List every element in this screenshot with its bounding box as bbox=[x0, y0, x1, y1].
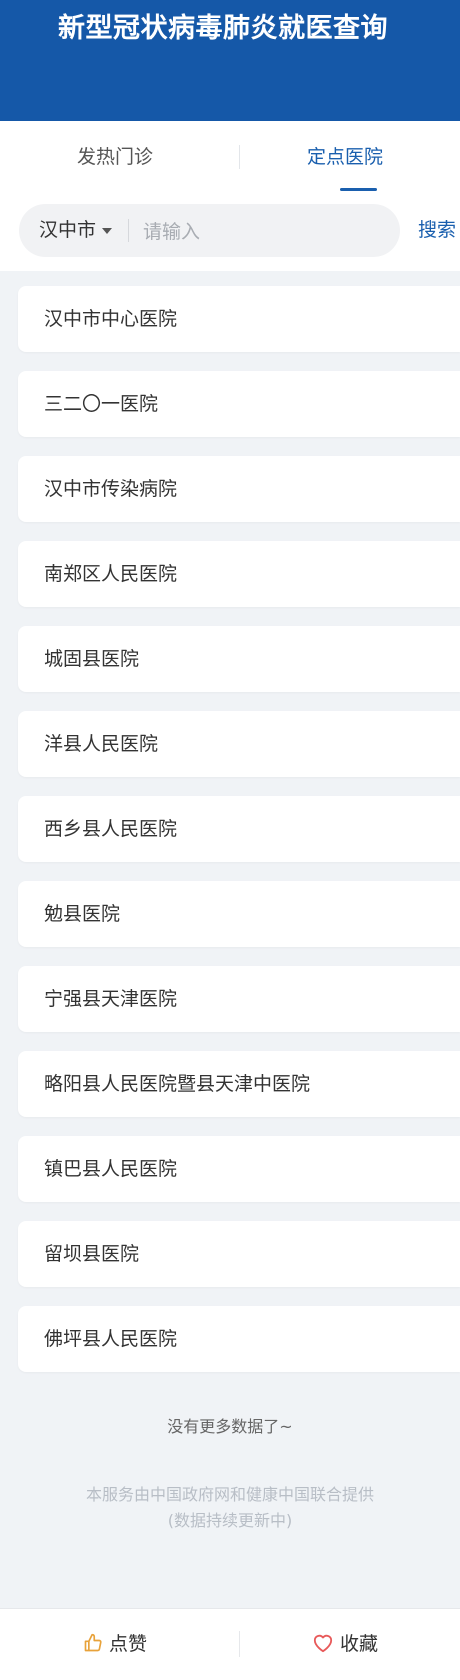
hospital-name: 汉中市中心医院 bbox=[44, 308, 178, 330]
hospital-name: 三二〇一医院 bbox=[44, 393, 159, 415]
hospital-name: 勉县医院 bbox=[44, 903, 121, 925]
search-bar: 汉中市 搜索 bbox=[0, 194, 460, 271]
search-button[interactable]: 搜索 bbox=[418, 204, 456, 257]
like-label: 点赞 bbox=[108, 1633, 147, 1655]
like-button[interactable]: 点赞 bbox=[0, 1609, 230, 1680]
no-more-data-text: 没有更多数据了~ bbox=[167, 1417, 293, 1436]
hospital-list-item[interactable]: 洋县人民医院 bbox=[18, 711, 460, 777]
favorite-button[interactable]: 收藏 bbox=[230, 1609, 460, 1680]
hospital-list-item[interactable]: 南郑区人民医院 bbox=[18, 541, 460, 607]
service-note-line2: (数据持续更新中) bbox=[167, 1511, 293, 1530]
hospital-name: 汉中市传染病院 bbox=[44, 478, 178, 500]
caret-down-icon bbox=[102, 227, 113, 234]
city-dropdown-label: 汉中市 bbox=[39, 219, 97, 241]
hospital-list-item[interactable]: 汉中市中心医院 bbox=[18, 286, 460, 352]
page-title: 新型冠状病毒肺炎就医查询 bbox=[58, 13, 388, 44]
hospital-list-item[interactable]: 三二〇一医院 bbox=[18, 371, 460, 437]
hospital-name: 西乡县人民医院 bbox=[44, 818, 178, 840]
hospital-name: 留坝县医院 bbox=[44, 1243, 140, 1265]
hospital-name: 略阳县人民医院暨县天津中医院 bbox=[44, 1073, 311, 1095]
tab-divider bbox=[239, 145, 240, 169]
tab-designated-hospital[interactable]: 定点医院 bbox=[230, 121, 460, 194]
header-banner: 新型冠状病毒肺炎就医查询 bbox=[0, 0, 460, 121]
hospital-list-item[interactable]: 镇巴县人民医院 bbox=[18, 1136, 460, 1202]
search-box: 汉中市 bbox=[19, 204, 400, 257]
active-tab-indicator bbox=[340, 188, 377, 191]
hospital-name: 南郑区人民医院 bbox=[44, 563, 178, 585]
service-note: 本服务由中国政府网和健康中国联合提供 (数据持续更新中) bbox=[0, 1482, 460, 1534]
hospital-list-item[interactable]: 留坝县医院 bbox=[18, 1221, 460, 1287]
search-divider bbox=[128, 219, 129, 242]
hospital-list-item[interactable]: 西乡县人民医院 bbox=[18, 796, 460, 862]
service-note-line1: 本服务由中国政府网和健康中国联合提供 bbox=[85, 1485, 374, 1504]
bottom-action-bar: 点赞 收藏 bbox=[0, 1608, 460, 1680]
hospital-name: 城固县医院 bbox=[44, 648, 140, 670]
hospital-name: 宁强县天津医院 bbox=[44, 988, 178, 1010]
hospital-name: 洋县人民医院 bbox=[44, 733, 159, 755]
thumbs-up-icon bbox=[84, 1633, 102, 1651]
favorite-label: 收藏 bbox=[339, 1633, 378, 1655]
hospital-name: 佛坪县人民医院 bbox=[44, 1328, 178, 1350]
hospital-list-item[interactable]: 略阳县人民医院暨县天津中医院 bbox=[18, 1051, 460, 1117]
hospital-list-item[interactable]: 勉县医院 bbox=[18, 881, 460, 947]
city-dropdown[interactable]: 汉中市 bbox=[39, 204, 113, 257]
tab-bar: 发热门诊 定点医院 bbox=[0, 121, 460, 194]
hospital-name: 镇巴县人民医院 bbox=[44, 1158, 178, 1180]
hospital-list-item[interactable]: 汉中市传染病院 bbox=[18, 456, 460, 522]
hospital-list-item[interactable]: 佛坪县人民医院 bbox=[18, 1306, 460, 1372]
search-input[interactable] bbox=[141, 214, 385, 249]
hospital-list-item[interactable]: 宁强县天津医院 bbox=[18, 966, 460, 1032]
heart-icon bbox=[313, 1634, 333, 1652]
tab-fever-clinic[interactable]: 发热门诊 bbox=[0, 121, 230, 194]
hospital-list-item[interactable]: 城固县医院 bbox=[18, 626, 460, 692]
